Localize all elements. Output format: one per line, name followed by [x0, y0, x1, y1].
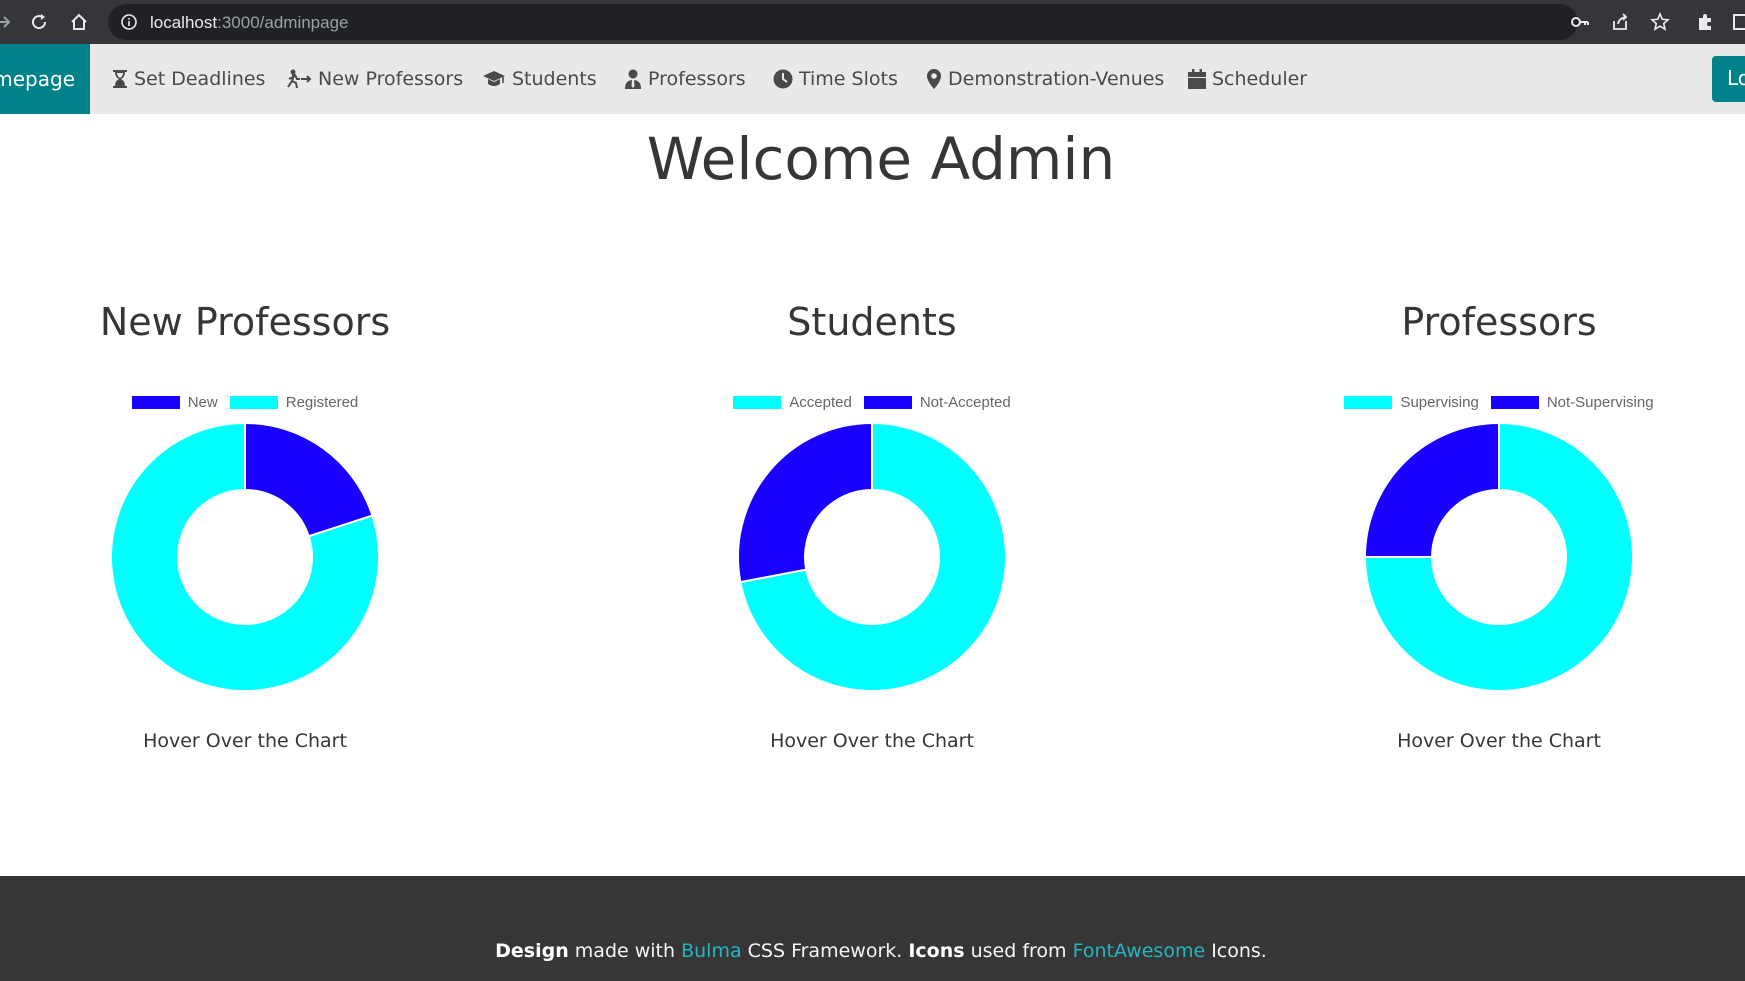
donut-chart[interactable]	[110, 422, 380, 692]
footer-text-part: CSS Framework.	[741, 940, 909, 962]
nav-item-label: Students	[512, 68, 597, 90]
chart-title: Professors	[1401, 300, 1597, 344]
chart-caption: Hover Over the Chart	[1397, 730, 1601, 752]
nav-item-set-deadlines[interactable]: Set Deadlines	[112, 44, 265, 114]
nav-item-label: Set Deadlines	[134, 68, 266, 90]
clock-icon	[773, 69, 793, 89]
chart-legend: New Registered	[25, 394, 465, 411]
address-bar[interactable]: localhost:3000/adminpage	[108, 4, 1670, 40]
legend-label: New	[187, 394, 218, 411]
share-icon[interactable]	[1610, 12, 1630, 32]
login-button[interactable]: Log	[1712, 56, 1745, 102]
footer: Design made with Bulma CSS Framework. Ic…	[0, 876, 1745, 981]
url-path: :3000/adminpage	[217, 13, 349, 32]
nav-item-label: Scheduler	[1212, 68, 1308, 90]
chart-caption: Hover Over the Chart	[143, 730, 347, 752]
legend-item[interactable]: Registered	[229, 394, 359, 411]
donut-chart[interactable]	[737, 422, 1007, 692]
nav-item-time-slots[interactable]: Time Slots	[773, 44, 898, 114]
graduation-cap-icon	[482, 69, 506, 89]
nav-item-label: Demonstration-Venues	[948, 68, 1165, 90]
browser-toolbar: localhost:3000/adminpage	[0, 0, 1745, 44]
forward-icon[interactable]	[0, 9, 16, 35]
home-icon[interactable]	[66, 9, 92, 35]
footer-bold-icons: Icons	[908, 940, 965, 962]
chart-legend: Accepted Not-Accepted	[652, 394, 1092, 411]
side-panel-icon[interactable]	[1728, 9, 1745, 35]
chart-card-students: Students Accepted Not-Accepted Hover Ove…	[652, 300, 1092, 760]
extensions-icon[interactable]	[1692, 9, 1718, 35]
footer-text: Design made with Bulma CSS Framework. Ic…	[0, 940, 1745, 962]
bookmark-star-icon[interactable]	[1650, 11, 1670, 32]
legend-label: Registered	[285, 394, 359, 411]
homepage-label: Homepage	[0, 67, 75, 91]
nav-item-demonstration-venues[interactable]: Demonstration-Venues	[926, 44, 1164, 114]
legend-label: Not-Accepted	[919, 394, 1011, 411]
legend-swatch	[229, 396, 278, 409]
nav-item-new-professors[interactable]: New Professors	[286, 44, 463, 114]
login-label: Log	[1727, 66, 1745, 90]
chart-card-new-professors: New Professors New Registered Hover Over…	[25, 300, 465, 760]
chart-card-professors: Professors Supervising Not-Supervising H…	[1279, 300, 1719, 760]
legend-swatch	[733, 396, 782, 409]
reload-icon[interactable]	[26, 9, 52, 35]
chart-legend: Supervising Not-Supervising	[1279, 394, 1719, 411]
legend-swatch	[863, 396, 912, 409]
homepage-button[interactable]: Homepage	[0, 44, 90, 114]
page-title: Welcome Admin	[646, 125, 1116, 193]
nav-item-students[interactable]: Students	[482, 44, 597, 114]
legend-item[interactable]: Not-Accepted	[863, 394, 1011, 411]
legend-item[interactable]: Not-Supervising	[1490, 394, 1654, 411]
legend-item[interactable]: Accepted	[733, 394, 852, 411]
legend-swatch	[131, 396, 180, 409]
donut-slice-new[interactable]	[244, 422, 374, 538]
map-marker-icon	[926, 69, 942, 89]
nav-item-label: Professors	[648, 68, 746, 90]
legend-label: Supervising	[1400, 394, 1479, 411]
info-icon[interactable]	[120, 13, 138, 35]
donut-slice-not-accepted[interactable]	[737, 422, 873, 584]
footer-text-part: made with	[568, 940, 682, 962]
nav-item-label: Time Slots	[799, 68, 898, 90]
user-tie-icon	[624, 69, 642, 89]
legend-swatch	[1490, 396, 1539, 409]
legend-item[interactable]: New	[131, 394, 218, 411]
hourglass-icon	[112, 69, 128, 89]
calendar-icon	[1188, 69, 1206, 89]
fontawesome-link[interactable]: FontAwesome	[1073, 940, 1206, 962]
url-text: localhost:3000/adminpage	[150, 13, 349, 33]
footer-text-part: used from	[964, 940, 1073, 962]
person-arrow-icon	[286, 69, 312, 89]
key-icon[interactable]	[1570, 12, 1590, 32]
donut-chart[interactable]	[1364, 422, 1634, 692]
chart-title: New Professors	[99, 300, 391, 344]
bulma-link[interactable]: Bulma	[681, 940, 742, 962]
legend-item[interactable]: Supervising	[1344, 394, 1479, 411]
navbar: Homepage Set Deadlines New Professors St…	[0, 44, 1745, 114]
legend-label: Not-Supervising	[1546, 394, 1654, 411]
legend-label: Accepted	[789, 394, 852, 411]
nav-item-scheduler[interactable]: Scheduler	[1188, 44, 1307, 114]
nav-item-professors[interactable]: Professors	[624, 44, 746, 114]
nav-item-label: New Professors	[318, 68, 464, 90]
legend-swatch	[1344, 396, 1393, 409]
chart-caption: Hover Over the Chart	[770, 730, 974, 752]
donut-slice-not-supervising[interactable]	[1364, 422, 1500, 558]
footer-bold-design: Design	[495, 940, 569, 962]
url-host: localhost	[150, 13, 218, 32]
chart-title: Students	[787, 300, 957, 344]
footer-text-part: Icons.	[1205, 940, 1267, 962]
